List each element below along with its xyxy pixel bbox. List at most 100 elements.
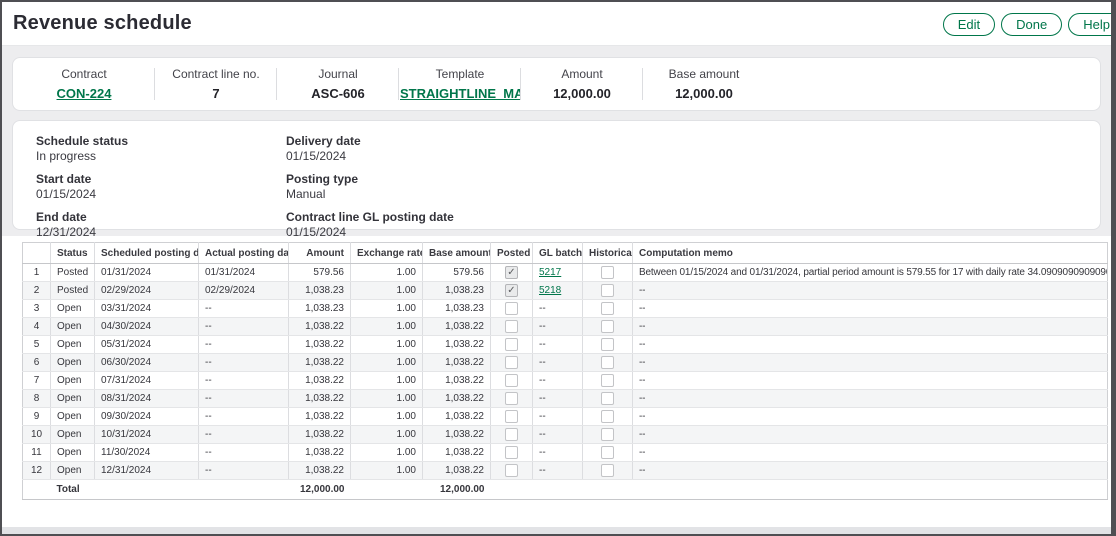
scheduled-posting-date-cell: 07/31/2024 bbox=[95, 372, 199, 390]
historical-cell bbox=[583, 444, 633, 462]
status-cell: Posted bbox=[51, 264, 95, 282]
computation-memo-cell: -- bbox=[633, 282, 1108, 300]
actual-posting-date-cell: 01/31/2024 bbox=[199, 264, 289, 282]
field-label: Journal bbox=[277, 67, 399, 81]
historical-cell bbox=[583, 300, 633, 318]
col-header-gl-batch: GL batch bbox=[533, 243, 583, 264]
base-amount-cell: 1,038.23 bbox=[423, 282, 491, 300]
posted-checkbox[interactable] bbox=[505, 374, 518, 387]
exchange-rate-cell: 1.00 bbox=[351, 282, 423, 300]
historical-checkbox[interactable] bbox=[601, 302, 614, 315]
status-cell: Open bbox=[51, 426, 95, 444]
computation-memo-cell: -- bbox=[633, 336, 1108, 354]
historical-checkbox[interactable] bbox=[601, 356, 614, 369]
historical-checkbox[interactable] bbox=[601, 374, 614, 387]
revenue-schedule-window: Revenue schedule Edit Done Help Contract… bbox=[0, 0, 1116, 536]
done-button[interactable]: Done bbox=[1001, 13, 1062, 36]
historical-checkbox[interactable] bbox=[601, 338, 614, 351]
summary-field-contract: Contract CON-224 bbox=[13, 58, 155, 110]
field-label: Template bbox=[399, 67, 521, 81]
delivery-date-field: Delivery date 01/15/2024 bbox=[286, 134, 454, 164]
computation-memo-cell: -- bbox=[633, 372, 1108, 390]
historical-checkbox[interactable] bbox=[601, 266, 614, 279]
computation-memo-cell: -- bbox=[633, 462, 1108, 480]
computation-memo-cell: -- bbox=[633, 408, 1108, 426]
posted-checkbox[interactable] bbox=[505, 392, 518, 405]
amount-cell: 1,038.22 bbox=[289, 354, 351, 372]
contract-link[interactable]: CON-224 bbox=[57, 86, 112, 101]
total-amount: 12,000.00 bbox=[289, 480, 351, 500]
scheduled-posting-date-cell: 05/31/2024 bbox=[95, 336, 199, 354]
table-row: 6 Open 06/30/2024 -- 1,038.22 1.00 1,038… bbox=[23, 354, 1108, 372]
actual-posting-date-cell: -- bbox=[199, 354, 289, 372]
actual-posting-date-cell: -- bbox=[199, 390, 289, 408]
horizontal-scrollbar[interactable] bbox=[2, 527, 1111, 534]
historical-checkbox[interactable] bbox=[601, 410, 614, 423]
summary-field-base-amount: Base amount 12,000.00 bbox=[643, 58, 765, 110]
edit-button[interactable]: Edit bbox=[943, 13, 995, 36]
computation-memo-cell: -- bbox=[633, 300, 1108, 318]
end-date-field: End date 12/31/2024 bbox=[36, 210, 286, 240]
scheduled-posting-date-cell: 02/29/2024 bbox=[95, 282, 199, 300]
template-link[interactable]: STRAIGHTLINE_MANUAL bbox=[400, 86, 521, 101]
computation-memo-cell: -- bbox=[633, 390, 1108, 408]
exchange-rate-cell: 1.00 bbox=[351, 444, 423, 462]
col-header-amount: Amount bbox=[289, 243, 351, 264]
gl-batch-cell: -- bbox=[533, 462, 583, 480]
exchange-rate-cell: 1.00 bbox=[351, 318, 423, 336]
details-left-column: Schedule status In progress Start date 0… bbox=[36, 134, 286, 229]
historical-cell bbox=[583, 390, 633, 408]
gl-batch-link[interactable]: 5217 bbox=[539, 267, 561, 278]
historical-cell bbox=[583, 336, 633, 354]
amount-cell: 1,038.22 bbox=[289, 318, 351, 336]
historical-checkbox[interactable] bbox=[601, 320, 614, 333]
gl-batch-cell: -- bbox=[533, 318, 583, 336]
posted-checkbox[interactable] bbox=[505, 356, 518, 369]
posted-checkbox[interactable] bbox=[505, 446, 518, 459]
posted-checkbox[interactable] bbox=[505, 428, 518, 441]
actual-posting-date-cell: -- bbox=[199, 426, 289, 444]
historical-checkbox[interactable] bbox=[601, 464, 614, 477]
posted-checkbox[interactable] bbox=[505, 410, 518, 423]
posted-checkbox[interactable] bbox=[505, 464, 518, 477]
base-amount-cell: 1,038.22 bbox=[423, 372, 491, 390]
base-amount-cell: 1,038.22 bbox=[423, 318, 491, 336]
base-amount-cell: 1,038.22 bbox=[423, 462, 491, 480]
historical-checkbox[interactable] bbox=[601, 392, 614, 405]
gl-batch-cell: -- bbox=[533, 444, 583, 462]
historical-cell bbox=[583, 282, 633, 300]
historical-checkbox[interactable] bbox=[601, 446, 614, 459]
row-number-cell: 9 bbox=[23, 408, 51, 426]
base-amount-cell: 1,038.22 bbox=[423, 336, 491, 354]
posted-cell bbox=[491, 390, 533, 408]
status-cell: Open bbox=[51, 390, 95, 408]
historical-cell bbox=[583, 408, 633, 426]
gl-batch-cell: -- bbox=[533, 390, 583, 408]
posted-checkbox[interactable] bbox=[505, 320, 518, 333]
exchange-rate-cell: 1.00 bbox=[351, 408, 423, 426]
posted-checkbox[interactable] bbox=[505, 302, 518, 315]
scheduled-posting-date-cell: 12/31/2024 bbox=[95, 462, 199, 480]
gl-batch-link[interactable]: 5218 bbox=[539, 285, 561, 296]
historical-checkbox[interactable] bbox=[601, 428, 614, 441]
posted-checkbox[interactable] bbox=[505, 284, 518, 297]
help-button[interactable]: Help bbox=[1068, 13, 1116, 36]
table-row: 8 Open 08/31/2024 -- 1,038.22 1.00 1,038… bbox=[23, 390, 1108, 408]
schedule-status-field: Schedule status In progress bbox=[36, 134, 286, 164]
row-number-cell: 11 bbox=[23, 444, 51, 462]
exchange-rate-cell: 1.00 bbox=[351, 300, 423, 318]
base-amount-cell: 1,038.22 bbox=[423, 390, 491, 408]
posted-checkbox[interactable] bbox=[505, 266, 518, 279]
posted-checkbox[interactable] bbox=[505, 338, 518, 351]
posted-cell bbox=[491, 354, 533, 372]
scheduled-posting-date-cell: 11/30/2024 bbox=[95, 444, 199, 462]
status-cell: Open bbox=[51, 336, 95, 354]
table-row: 3 Open 03/31/2024 -- 1,038.23 1.00 1,038… bbox=[23, 300, 1108, 318]
field-value: ASC-606 bbox=[277, 86, 399, 101]
base-amount-cell: 579.56 bbox=[423, 264, 491, 282]
actual-posting-date-cell: -- bbox=[199, 300, 289, 318]
historical-checkbox[interactable] bbox=[601, 284, 614, 297]
actual-posting-date-cell: -- bbox=[199, 336, 289, 354]
table-row: 1 Posted 01/31/2024 01/31/2024 579.56 1.… bbox=[23, 264, 1108, 282]
amount-cell: 1,038.22 bbox=[289, 390, 351, 408]
